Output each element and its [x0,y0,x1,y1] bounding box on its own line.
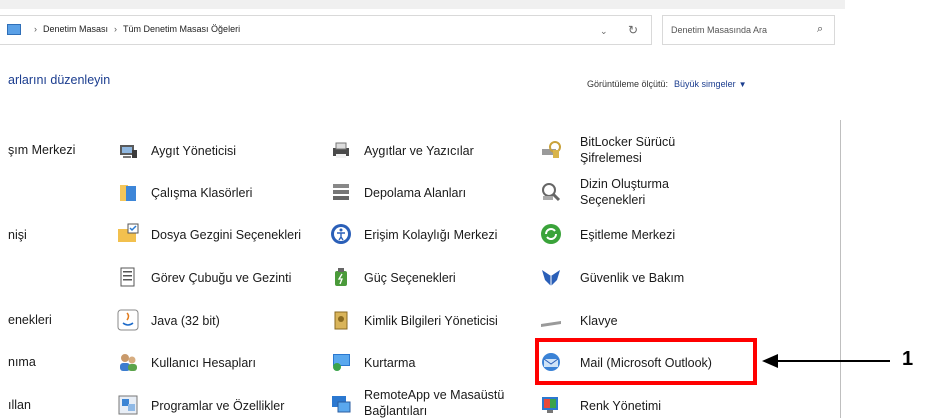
taskbar-icon [120,267,135,287]
item-label: Çalışma Klasörleri [151,186,253,200]
item-label-line2: Bağlantıları [364,404,428,418]
item-label: nişi [8,228,27,242]
item-label: Programlar ve Özellikler [151,399,285,413]
chevron-right-icon[interactable]: › [114,24,117,34]
search-icon[interactable]: ⌕ [817,23,823,36]
keyboard-icon [541,321,561,327]
color-management-icon [542,397,558,413]
highlight-box [535,338,757,385]
item-label: şım Merkezi [8,143,76,157]
item-label: Kullanıcı Hesapları [151,356,256,370]
list-item[interactable]: enekleri [8,313,52,327]
java-icon [117,309,139,331]
item-label: Renk Yönetimi [580,399,662,413]
user-accounts-icon [120,354,137,371]
device-manager-icon [120,145,137,158]
item-label: Depolama Alanları [364,186,467,200]
file-explorer-options-icon [118,223,139,242]
breadcrumb-all-items[interactable]: Tüm Denetim Masası Öğeleri [123,24,240,34]
devices-printers-icon [333,142,349,158]
item-label: Kurtarma [364,356,416,370]
ease-of-access-icon [331,224,351,244]
storage-spaces-icon [333,184,349,200]
refresh-icon[interactable]: ↻ [628,23,638,37]
item-label: Görev Çubuğu ve Gezinti [151,271,292,285]
control-panel-icon [7,24,21,35]
bitlocker-icon [542,141,561,158]
item-label-line2: Seçenekleri [580,193,646,207]
item-label: Güç Seçenekleri [364,271,456,285]
breadcrumb: › Denetim Masası › Tüm Denetim Masası Öğele… [28,24,240,34]
search-box[interactable]: Denetim Masasında Ara ⌕ [662,15,835,45]
item-label: Güvenlik ve Bakım [580,271,685,285]
view-by-dropdown[interactable]: Büyük simgeler [674,79,736,89]
item-label: Kimlik Bilgileri Yöneticisi [364,314,498,328]
credential-manager-icon [334,311,348,330]
item-label: Eşitleme Merkezi [580,228,676,242]
view-by-label: Görüntüleme ölçütü: [587,79,669,89]
security-maintenance-icon [542,270,560,286]
indexing-options-icon [542,183,561,202]
list-item[interactable]: nişi [8,228,27,242]
power-options-icon [335,268,347,286]
item-label: Dosya Gezgini Seçenekleri [151,228,302,242]
item-label-line1: RemoteApp ve Masaüstü [364,388,505,402]
callout-number: 1 [902,348,914,370]
item-label-line2: Şifrelemesi [580,151,642,165]
page-title: arlarını düzenleyin [8,73,111,87]
scrollbar[interactable] [840,120,841,418]
view-by: Görüntüleme ölçütü: Büyük simgeler ▼ [587,79,747,89]
arrow-head [762,354,778,368]
item-label: enekleri [8,313,52,327]
list-item[interactable]: nıma [8,355,36,369]
item-label: Aygıt Yöneticisi [151,144,237,158]
recovery-icon [333,354,350,371]
item-label-line1: BitLocker Sürücü [580,135,676,149]
item-label: Erişim Kolaylığı Merkezi [364,228,498,242]
chevron-down-icon[interactable]: ⌄ [600,26,608,37]
list-item[interactable]: ıllan [8,398,31,412]
work-folders-icon [120,185,136,201]
item-label: nıma [8,355,36,369]
item-label: Java (32 bit) [151,314,220,328]
list-item[interactable]: şım Merkezi [8,143,75,157]
chevron-right-icon[interactable]: › [34,24,37,34]
address-bar[interactable]: › Denetim Masası › Tüm Denetim Masası Öğele… [0,15,652,45]
breadcrumb-control-panel[interactable]: Denetim Masası [43,24,108,34]
title-bar [0,0,845,9]
callout-arrow [778,360,890,362]
remoteapp-icon [332,396,351,413]
item-label-line1: Dizin Oluşturma [580,177,669,191]
sync-center-icon [541,224,561,244]
item-label: Aygıtlar ve Yazıcılar [364,144,474,158]
item-label: Klavye [580,314,618,328]
item-label: ıllan [8,398,31,412]
search-input[interactable]: Denetim Masasında Ara [671,25,767,35]
caret-down-icon[interactable]: ▼ [739,80,747,89]
programs-features-icon [118,395,138,415]
